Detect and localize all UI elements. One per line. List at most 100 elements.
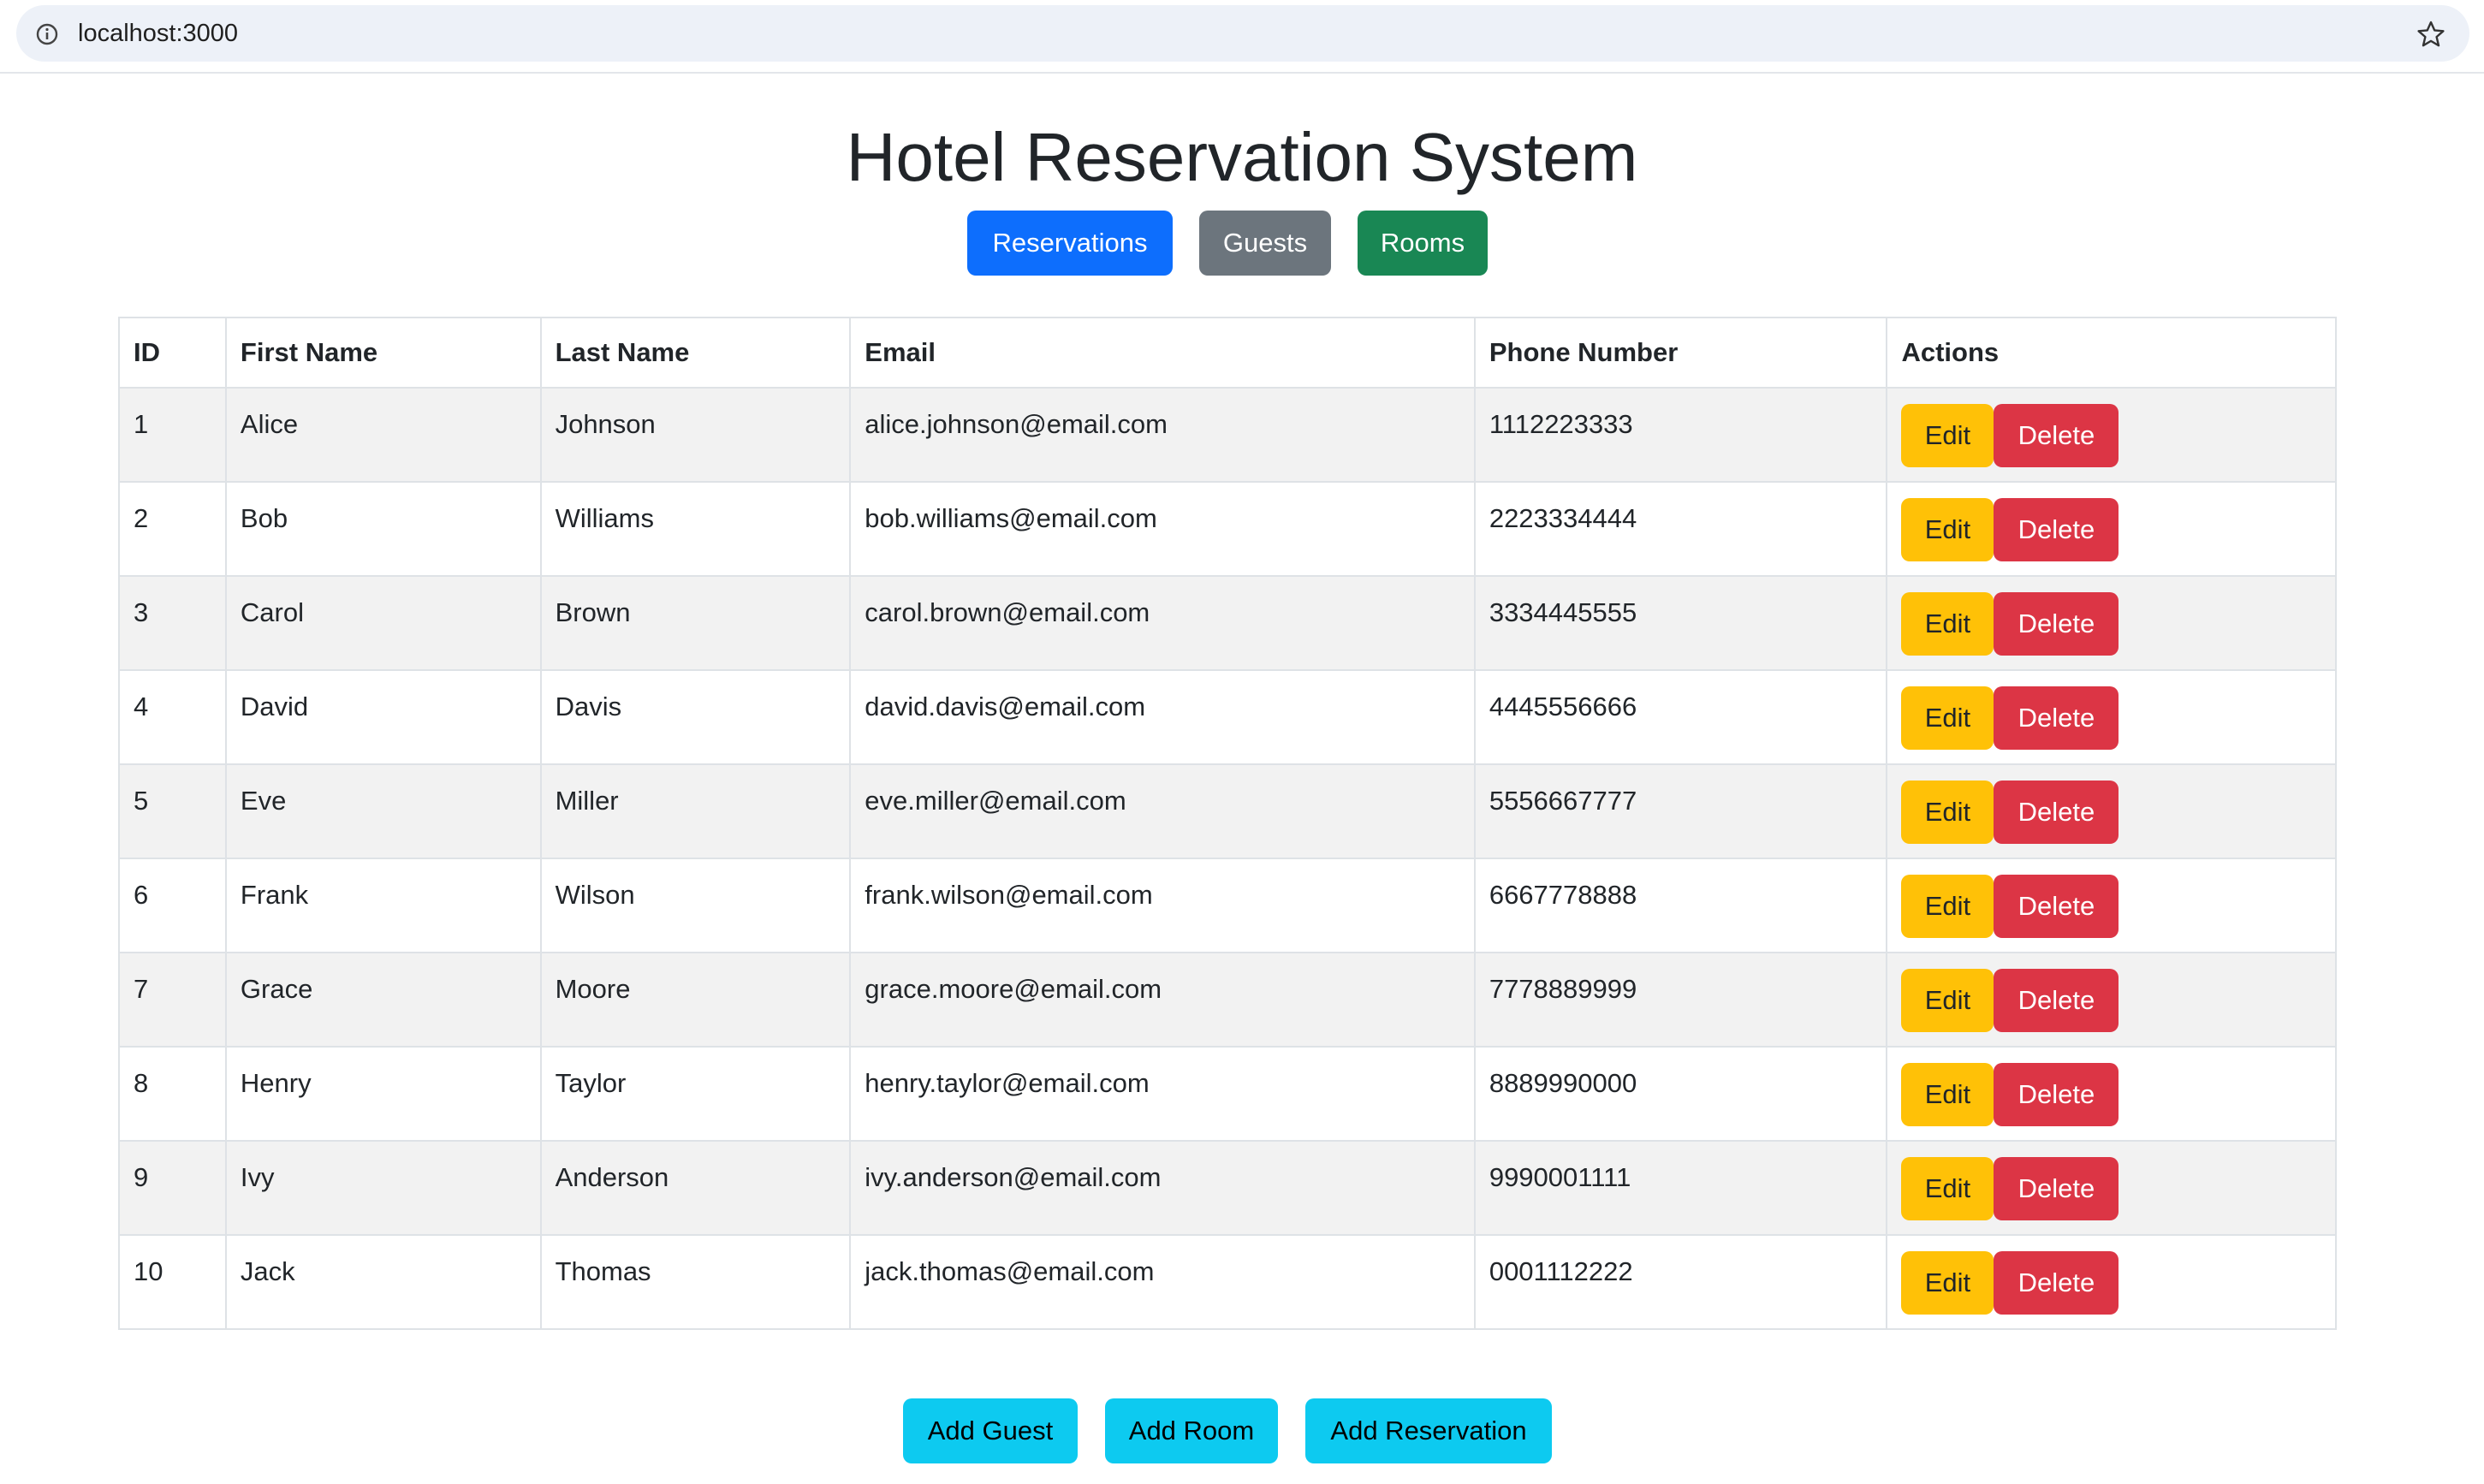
cell-last-name: Wilson: [539, 858, 852, 953]
cell-phone-number: 0001112222: [1473, 1234, 1888, 1330]
cell-actions: Edit Delete: [1886, 952, 2337, 1048]
guests-button[interactable]: Guests: [1199, 211, 1331, 276]
table-row: 4 David Davis david.davis@email.com 44455566…: [118, 669, 2337, 765]
cell-last-name: Moore: [539, 952, 852, 1048]
table-row: 8 Henry Taylor henry.taylor@email.com 888999…: [118, 1046, 2337, 1142]
cell-phone-number: 5556667777: [1473, 763, 1888, 859]
edit-button[interactable]: Edit: [1901, 1063, 1994, 1126]
cell-first-name: Henry: [224, 1046, 542, 1142]
cell-email: bob.williams@email.com: [849, 481, 1476, 577]
table-row: 3 Carol Brown carol.brown@email.com 33344455…: [118, 575, 2337, 671]
table-row: 9 Ivy Anderson ivy.anderson@email.com 999000…: [118, 1140, 2337, 1236]
header-phone-number: Phone Number: [1473, 317, 1888, 389]
cell-last-name: Taylor: [539, 1046, 852, 1142]
cell-id: 10: [118, 1234, 227, 1330]
edit-button[interactable]: Edit: [1901, 498, 1994, 561]
delete-button[interactable]: Delete: [1994, 498, 2119, 561]
cell-first-name: Ivy: [224, 1140, 542, 1236]
cell-email: carol.brown@email.com: [849, 575, 1476, 671]
cell-first-name: Bob: [224, 481, 542, 577]
cell-actions: Edit Delete: [1886, 387, 2337, 483]
cell-last-name: Johnson: [539, 387, 852, 483]
cell-id: 3: [118, 575, 227, 671]
cell-last-name: Miller: [539, 763, 852, 859]
cell-phone-number: 3334445555: [1473, 575, 1888, 671]
cell-last-name: Brown: [539, 575, 852, 671]
cell-first-name: Eve: [224, 763, 542, 859]
edit-button[interactable]: Edit: [1901, 1251, 1994, 1315]
page-title: Hotel Reservation System: [846, 119, 1638, 195]
cell-email: frank.wilson@email.com: [849, 858, 1476, 953]
cell-actions: Edit Delete: [1886, 481, 2337, 577]
edit-button[interactable]: Edit: [1901, 592, 1994, 656]
edit-button[interactable]: Edit: [1901, 686, 1994, 750]
edit-button[interactable]: Edit: [1901, 404, 1994, 467]
edit-button[interactable]: Edit: [1901, 781, 1994, 844]
cell-email: alice.johnson@email.com: [849, 387, 1476, 483]
cell-email: henry.taylor@email.com: [849, 1046, 1476, 1142]
cell-actions: Edit Delete: [1886, 669, 2337, 765]
cell-id: 6: [118, 858, 227, 953]
url-text[interactable]: localhost:3000: [78, 19, 238, 48]
table-row: 10 Jack Thomas jack.thomas@email.com 0001112…: [118, 1234, 2337, 1330]
cell-phone-number: 1112223333: [1473, 387, 1888, 483]
cell-phone-number: 6667778888: [1473, 858, 1888, 953]
header-actions: Actions: [1886, 317, 2337, 389]
cell-id: 8: [118, 1046, 227, 1142]
delete-button[interactable]: Delete: [1994, 404, 2119, 467]
add-room-button[interactable]: Add Room: [1105, 1398, 1278, 1463]
delete-button[interactable]: Delete: [1994, 1251, 2119, 1315]
table-row: 2 Bob Williams bob.williams@email.com 222333…: [118, 481, 2337, 577]
cell-first-name: Frank: [224, 858, 542, 953]
edit-button[interactable]: Edit: [1901, 1157, 1994, 1220]
cell-email: ivy.anderson@email.com: [849, 1140, 1476, 1236]
header-first-name: First Name: [224, 317, 542, 389]
add-reservation-button[interactable]: Add Reservation: [1305, 1398, 1552, 1463]
table-row: 5 Eve Miller eve.miller@email.com 5556667777…: [118, 763, 2337, 859]
delete-button[interactable]: Delete: [1994, 686, 2119, 750]
rooms-button[interactable]: Rooms: [1358, 211, 1488, 276]
cell-email: grace.moore@email.com: [849, 952, 1476, 1048]
cell-id: 1: [118, 387, 227, 483]
bookmark-star-icon[interactable]: [2416, 20, 2445, 49]
cell-first-name: David: [224, 669, 542, 765]
cell-actions: Edit Delete: [1886, 575, 2337, 671]
delete-button[interactable]: Delete: [1994, 1157, 2119, 1220]
cell-email: david.davis@email.com: [849, 669, 1476, 765]
cell-id: 2: [118, 481, 227, 577]
browser-toolbar: localhost:3000: [0, 0, 2484, 74]
table-row: 6 Frank Wilson frank.wilson@email.com 666777…: [118, 858, 2337, 953]
cell-first-name: Alice: [224, 387, 542, 483]
header-email: Email: [849, 317, 1476, 389]
table-header-row: ID First Name Last Name Email Phone Numb…: [118, 317, 2337, 389]
add-guest-button[interactable]: Add Guest: [903, 1398, 1078, 1463]
cell-email: eve.miller@email.com: [849, 763, 1476, 859]
reservations-button[interactable]: Reservations: [967, 211, 1173, 276]
delete-button[interactable]: Delete: [1994, 781, 2119, 844]
cell-actions: Edit Delete: [1886, 1046, 2337, 1142]
edit-button[interactable]: Edit: [1901, 969, 1994, 1032]
cell-phone-number: 9990001111: [1473, 1140, 1888, 1236]
table-row: 1 Alice Johnson alice.johnson@email.com 1112…: [118, 387, 2337, 483]
cell-id: 5: [118, 763, 227, 859]
address-bar[interactable]: localhost:3000: [16, 5, 2469, 62]
delete-button[interactable]: Delete: [1994, 969, 2119, 1032]
info-icon[interactable]: [35, 22, 59, 46]
cell-last-name: Thomas: [539, 1234, 852, 1330]
cell-id: 7: [118, 952, 227, 1048]
cell-actions: Edit Delete: [1886, 1140, 2337, 1236]
cell-actions: Edit Delete: [1886, 763, 2337, 859]
cell-last-name: Anderson: [539, 1140, 852, 1236]
cell-first-name: Jack: [224, 1234, 542, 1330]
delete-button[interactable]: Delete: [1994, 875, 2119, 938]
cell-actions: Edit Delete: [1886, 858, 2337, 953]
cell-first-name: Grace: [224, 952, 542, 1048]
delete-button[interactable]: Delete: [1994, 1063, 2119, 1126]
edit-button[interactable]: Edit: [1901, 875, 1994, 938]
delete-button[interactable]: Delete: [1994, 592, 2119, 656]
cell-phone-number: 8889990000: [1473, 1046, 1888, 1142]
page: localhost:3000 Hotel Reservation System …: [0, 0, 2484, 1484]
cell-id: 9: [118, 1140, 227, 1236]
cell-phone-number: 7778889999: [1473, 952, 1888, 1048]
table-body: 1 Alice Johnson alice.johnson@email.com 1112…: [118, 387, 2337, 1330]
